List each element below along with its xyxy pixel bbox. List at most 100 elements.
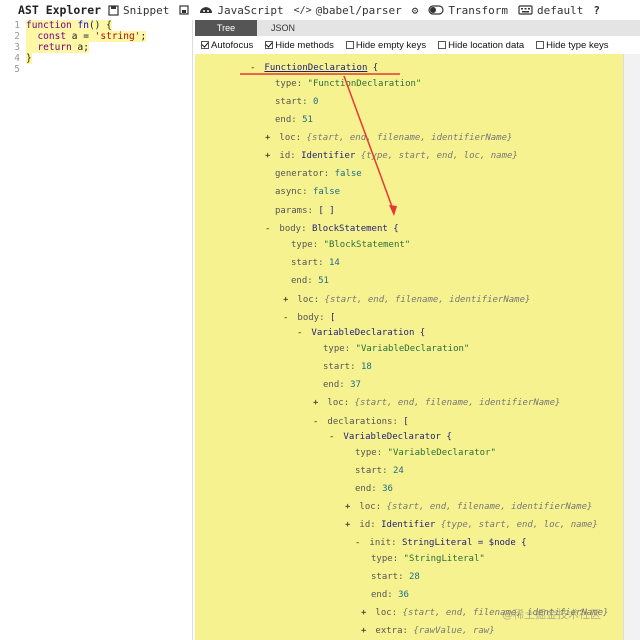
code-editor[interactable]: 1 function fn() {2 const a = 'string'; 3 r…	[0, 20, 193, 640]
collapse-toggle[interactable]: -	[265, 223, 274, 235]
line-number: 2	[14, 31, 20, 42]
tree-row[interactable]: + extra: {rawValue, raw}	[361, 625, 495, 637]
tree-row[interactable]: + loc: {start, end, filename, identifier…	[265, 132, 512, 144]
expand-toggle[interactable]: +	[283, 294, 292, 306]
tree-row[interactable]: - declarations: [	[313, 416, 409, 428]
snippet-icon	[108, 4, 119, 16]
tree-row: type: "BlockStatement"	[291, 240, 411, 250]
tree-row[interactable]: - body: [	[283, 312, 335, 324]
tree-row: end: 36	[371, 590, 409, 600]
collapse-toggle[interactable]: -	[355, 537, 364, 549]
boolean-value: false	[334, 169, 362, 179]
line-code: const a = 'string';	[26, 31, 147, 42]
tree-row[interactable]: + loc: {start, end, filename, identifier…	[313, 397, 560, 409]
collapsed-summary[interactable]: {start, end, filename, identifierName}	[307, 133, 513, 143]
expand-toggle[interactable]: +	[313, 397, 322, 409]
editor-line[interactable]: 2 const a = 'string';	[0, 31, 192, 42]
option-hide-type-keys[interactable]: Hide type keys	[530, 40, 608, 51]
collapsed-summary[interactable]: {type, start, end, loc, name}	[361, 151, 518, 161]
property-key: type	[291, 240, 313, 250]
editor-line[interactable]: 4}	[0, 53, 192, 64]
checkbox[interactable]	[536, 41, 545, 49]
tree-row: start: 24	[355, 466, 404, 476]
editor-line[interactable]: 5	[0, 64, 192, 75]
help-button[interactable]: ?	[593, 4, 600, 17]
collapsed-summary[interactable]: {type, start, end, loc, name}	[441, 520, 598, 530]
collapse-toggle[interactable]: -	[250, 62, 259, 74]
node-type[interactable]: BlockStatement	[312, 224, 388, 234]
tree-row[interactable]: + loc: {start, end, filename, identifier…	[283, 294, 530, 306]
number-value: 51	[318, 276, 329, 286]
editor-line[interactable]: 1 function fn() {	[0, 20, 192, 31]
collapsed-summary[interactable]: {rawValue, raw}	[413, 626, 494, 636]
line-code: return a;	[26, 42, 89, 53]
collapse-toggle[interactable]: -	[329, 431, 338, 443]
checkbox[interactable]	[345, 41, 354, 49]
tree-row[interactable]: - body: BlockStatement {	[265, 223, 399, 235]
expand-toggle[interactable]: +	[361, 607, 370, 619]
tree-row[interactable]: + id: Identifier {type, start, end, loc,…	[265, 150, 518, 162]
tree-row[interactable]: - FunctionDeclaration {	[250, 62, 378, 74]
expand-toggle[interactable]: +	[361, 625, 370, 637]
keyboard-icon	[518, 5, 533, 15]
tree-row: params: [ ]	[275, 206, 335, 216]
help-label: ?	[593, 3, 600, 17]
option-hide-empty-keys[interactable]: Hide empty keys	[340, 40, 426, 51]
tree-row[interactable]: - VariableDeclarator {	[329, 431, 452, 443]
transform-toggle[interactable]: Transform	[428, 4, 508, 17]
string-value: "StringLiteral"	[403, 554, 485, 564]
collapsed-summary[interactable]: {start, end, filename, identifierName}	[387, 502, 593, 512]
tree-row: start: 14	[291, 258, 340, 268]
expand-toggle[interactable]: +	[345, 519, 354, 531]
collection-bracket: [	[403, 417, 409, 427]
node-type[interactable]: Identifier	[301, 151, 355, 161]
node-type[interactable]: FunctionDeclaration	[264, 63, 367, 73]
option-hide-location-data[interactable]: Hide location data	[432, 40, 524, 51]
node-brace: {	[372, 63, 379, 73]
property-key: start	[275, 97, 303, 107]
option-autofocus[interactable]: Autofocus	[195, 40, 253, 51]
checkbox[interactable]	[201, 41, 209, 49]
option-hide-methods[interactable]: Hide methods	[259, 40, 334, 51]
line-number: 1	[14, 20, 20, 31]
property-key: id	[279, 151, 291, 161]
checkbox[interactable]	[265, 41, 274, 49]
tab-json[interactable]: JSON	[257, 20, 309, 36]
collapsed-summary[interactable]: {start, end, filename, identifierName}	[325, 295, 531, 305]
collapse-toggle[interactable]: -	[313, 416, 322, 428]
tab-tree[interactable]: Tree	[195, 20, 257, 36]
node-type[interactable]: VariableDeclaration	[311, 328, 414, 338]
node-type[interactable]: Identifier	[381, 520, 435, 530]
save-button[interactable]	[179, 5, 189, 15]
checkbox[interactable]	[438, 41, 447, 49]
transform-label: Transform	[448, 3, 508, 17]
collapse-toggle[interactable]: -	[283, 312, 292, 324]
editor-line[interactable]: 3 return a;	[0, 42, 192, 53]
keymap-select[interactable]: default	[518, 4, 583, 17]
tree-row[interactable]: + id: Identifier {type, start, end, loc,…	[345, 519, 598, 531]
property-key: end	[371, 590, 388, 600]
language-select[interactable]: JavaScript	[199, 4, 284, 17]
snippet-button[interactable]: Snippet	[108, 4, 169, 17]
expand-toggle[interactable]: +	[265, 150, 274, 162]
parser-select[interactable]: </> @babel/parser	[294, 4, 402, 17]
expand-toggle[interactable]: +	[265, 132, 274, 144]
tree-row[interactable]: - VariableDeclaration {	[297, 327, 425, 339]
node-type[interactable]: StringLiteral	[402, 538, 472, 548]
node-type[interactable]: VariableDeclarator	[343, 432, 441, 442]
tree-scrollbar[interactable]	[623, 54, 640, 640]
keymap-label: default	[536, 3, 584, 17]
property-key: loc	[375, 608, 392, 618]
tree-row[interactable]: + loc: {start, end, filename, identifier…	[345, 501, 592, 513]
tree-row: type: "StringLiteral"	[371, 554, 485, 564]
number-value: 36	[398, 590, 409, 600]
tree-row[interactable]: - init: StringLiteral = $node {	[355, 537, 527, 549]
property-key: end	[355, 484, 372, 494]
collapsed-summary[interactable]: {start, end, filename, identifierName}	[355, 398, 561, 408]
collapse-toggle[interactable]: -	[297, 327, 306, 339]
parser-settings-button[interactable]: ⚙	[412, 4, 419, 17]
property-key: loc	[279, 133, 296, 143]
tree-row: end: 37	[323, 380, 361, 390]
expand-toggle[interactable]: +	[345, 501, 354, 513]
property-key: type	[371, 554, 393, 564]
